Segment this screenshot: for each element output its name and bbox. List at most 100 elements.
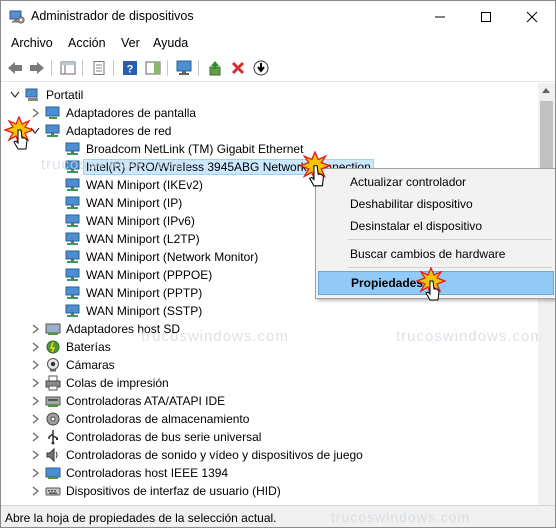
close-button[interactable]	[509, 1, 555, 32]
tree-item-label: Controladoras de bus serie universal	[66, 430, 262, 444]
tree-item-colas-impresion[interactable]: Colas de impresión	[1, 374, 538, 392]
menu-separator	[348, 267, 552, 268]
maximize-button[interactable]	[463, 1, 509, 32]
back-button[interactable]	[5, 59, 25, 77]
tree-item-controladoras-sonido[interactable]: Controladoras de sonido y vídeo y dispos…	[1, 446, 538, 464]
toolbar-separator	[198, 60, 199, 76]
network-adapter-icon	[65, 304, 80, 317]
display-adapter-icon	[45, 106, 60, 119]
download-circle-icon	[253, 60, 269, 76]
ieee1394-controller-icon	[45, 467, 61, 479]
camera-icon	[47, 358, 59, 372]
title-bar: Administrador de dispositivos	[1, 1, 555, 32]
menu-archivo[interactable]: Archivo	[11, 36, 53, 50]
download-driver-button[interactable]	[251, 59, 271, 77]
printer-icon	[45, 375, 61, 391]
tree-item-label: WAN Miniport (IP)	[86, 196, 183, 210]
menu-bar: Archivo Acción Ver Ayuda	[1, 32, 555, 54]
tree-item-adaptadores-pantalla[interactable]: Adaptadores de pantalla	[1, 104, 538, 122]
menu-item-uninstall-device[interactable]: Desinstalar el dispositivo	[318, 215, 552, 237]
tree-item-label: Controladoras de sonido y vídeo y dispos…	[66, 448, 363, 462]
tree-item-wan-sstp[interactable]: WAN Miniport (SSTP)	[1, 302, 538, 320]
tree-item-label: WAN Miniport (Network Monitor)	[86, 250, 259, 264]
tree-item-controladoras-ieee1394[interactable]: Controladoras host IEEE 1394	[1, 464, 538, 482]
forward-arrow-icon	[30, 62, 44, 74]
menu-ayuda[interactable]: Ayuda	[153, 36, 188, 50]
menu-accion[interactable]: Acción	[68, 36, 106, 50]
watermark: trucoswindows.com	[396, 328, 538, 345]
network-adapter-icon	[65, 196, 80, 209]
tree-item-camaras[interactable]: Cámaras	[1, 356, 538, 374]
chevron-right-icon[interactable]	[30, 485, 40, 497]
hid-device-icon	[45, 487, 61, 496]
console-tree-icon	[60, 61, 76, 75]
menu-item-disable-device[interactable]: Deshabilitar dispositivo	[318, 193, 552, 215]
ide-controller-icon	[45, 396, 61, 407]
toolbar-separator	[167, 60, 168, 76]
tree-root-portatil[interactable]: Portatil	[1, 86, 538, 104]
tree-item-label: WAN Miniport (SSTP)	[86, 304, 203, 318]
chevron-right-icon[interactable]	[30, 341, 40, 353]
chevron-right-icon[interactable]	[30, 377, 40, 389]
help-icon: ?	[123, 61, 137, 76]
chevron-right-icon[interactable]	[30, 323, 40, 335]
menu-separator	[348, 239, 552, 240]
tree-item-label: Baterías	[66, 340, 111, 354]
monitor-button[interactable]	[174, 59, 194, 77]
tree-root-label: Portatil	[46, 88, 84, 102]
chevron-right-icon[interactable]	[30, 395, 40, 407]
menu-item-update-driver[interactable]: Actualizar controlador	[318, 171, 552, 193]
chevron-right-icon[interactable]	[30, 413, 40, 425]
tree-item-controladoras-almacenamiento[interactable]: Controladoras de almacenamiento	[1, 410, 538, 428]
menu-ver[interactable]: Ver	[121, 36, 140, 50]
network-adapter-icon	[65, 286, 80, 299]
click-hand-cursor-icon	[299, 151, 331, 187]
watermark: trucoswindows.com	[331, 509, 471, 525]
tree-item-controladoras-usb[interactable]: Controladoras de bus serie universal	[1, 428, 538, 446]
chevron-down-icon[interactable]	[10, 89, 20, 101]
scroll-up-arrow-icon[interactable]	[542, 88, 550, 93]
computer-icon	[25, 88, 38, 101]
tree-item-controladoras-ata[interactable]: Controladoras ATA/ATAPI IDE	[1, 392, 538, 410]
menu-item-scan-hardware[interactable]: Buscar cambios de hardware	[318, 243, 552, 265]
click-hand-cursor-icon	[416, 267, 446, 301]
menu-item-label: Actualizar controlador	[350, 175, 467, 189]
network-adapter-icon	[65, 232, 80, 245]
back-arrow-icon	[8, 62, 22, 74]
network-adapter-icon	[65, 268, 80, 281]
minimize-button[interactable]	[417, 1, 463, 32]
menu-item-label: Buscar cambios de hardware	[350, 247, 506, 261]
help-button[interactable]: ?	[120, 59, 140, 77]
close-icon	[526, 11, 538, 22]
tree-item-label: Controladoras host IEEE 1394	[66, 466, 229, 480]
toolbar-separator	[113, 60, 114, 76]
tree-item-label: Adaptadores de red	[66, 124, 172, 138]
tree-item-label: WAN Miniport (IKEv2)	[86, 178, 203, 192]
status-bar: Abre la hoja de propiedades de la selecc…	[1, 505, 555, 527]
tree-item-label: Colas de impresión	[66, 376, 169, 390]
show-hide-tree-button[interactable]	[58, 59, 78, 77]
minimize-icon	[435, 16, 445, 17]
properties-toolbar-button[interactable]	[89, 59, 109, 77]
forward-button[interactable]	[27, 59, 47, 77]
chevron-right-icon[interactable]	[30, 431, 40, 443]
click-hand-cursor-icon	[4, 116, 34, 150]
action-pane-button[interactable]	[143, 59, 163, 77]
storage-controller-icon	[46, 412, 60, 426]
network-adapter-icon	[65, 250, 80, 263]
chevron-right-icon[interactable]	[30, 359, 40, 371]
tree-item-label: Controladoras de almacenamiento	[66, 412, 250, 426]
sd-host-icon	[45, 323, 61, 335]
chevron-right-icon[interactable]	[30, 449, 40, 461]
tree-item-adaptadores-red[interactable]: Adaptadores de red	[1, 122, 538, 140]
toolbar: ?	[1, 55, 555, 82]
tree-item-label: Dispositivos de interfaz de usuario (HID…	[66, 484, 281, 498]
update-driver-icon	[209, 61, 221, 76]
uninstall-device-button[interactable]	[228, 59, 248, 77]
tree-item-dispositivos-hid[interactable]: Dispositivos de interfaz de usuario (HID…	[1, 482, 538, 500]
network-adapter-icon	[65, 214, 80, 227]
toolbar-separator	[51, 60, 52, 76]
speaker-icon	[46, 447, 58, 463]
chevron-right-icon[interactable]	[30, 467, 40, 479]
update-driver-button[interactable]	[205, 59, 225, 77]
